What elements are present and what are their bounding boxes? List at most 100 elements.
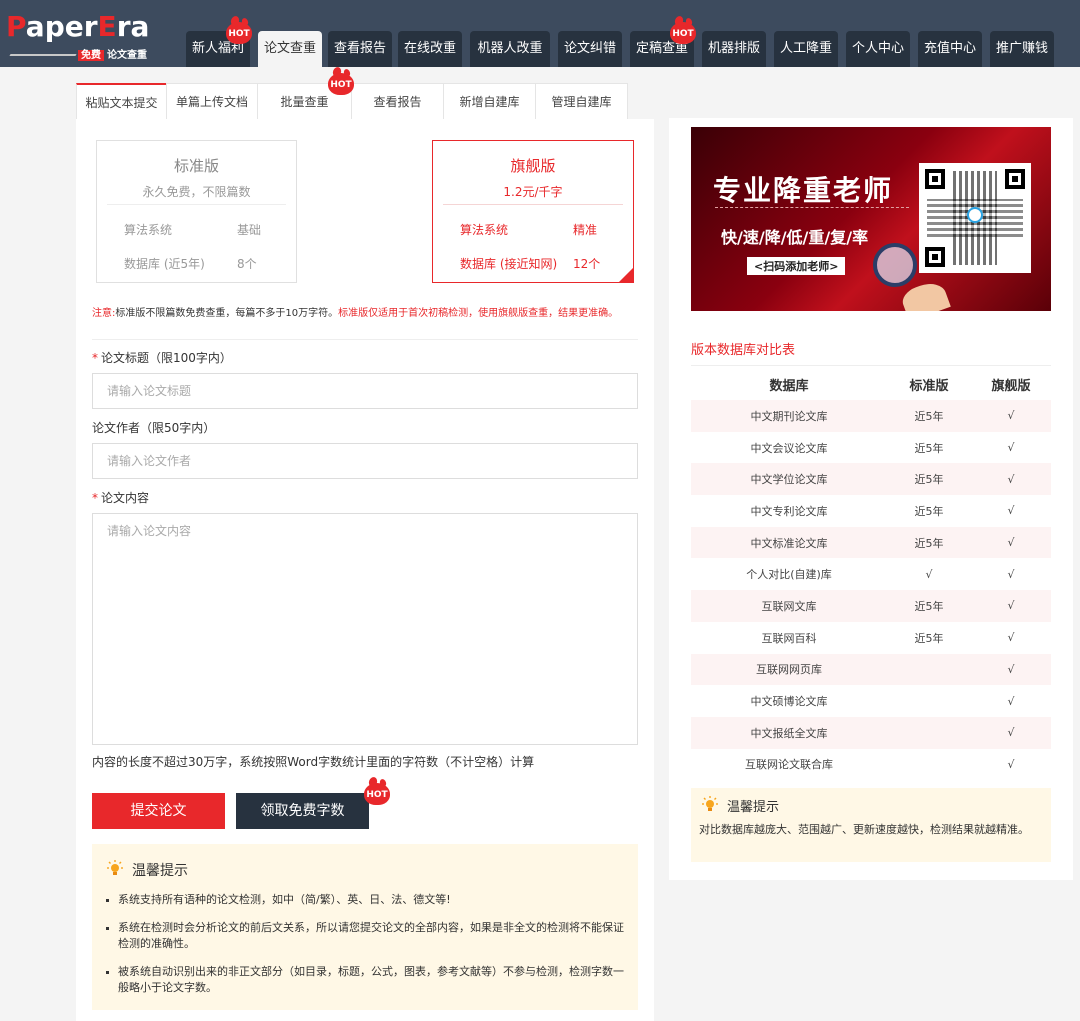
db-value: 8个 — [237, 257, 257, 271]
nav-item-typeset[interactable]: 机器排版 — [702, 31, 766, 67]
tab-label: 管理自建库 — [551, 95, 612, 109]
nav-item-robot-edit[interactable]: 机器人改重 — [470, 31, 550, 67]
submit-tabs: 粘贴文本提交 单篇上传文档 批量查重 查看报告 新增自建库 管理自建库 — [76, 83, 654, 119]
algo-value: 精准 — [573, 223, 598, 237]
promo-banner[interactable]: 专业降重老师 快/速/降/低/重/复/率 <扫码添加老师> — [691, 127, 1051, 311]
tab-paste-text[interactable]: 粘贴文本提交 — [76, 83, 167, 119]
nav-item-recharge[interactable]: 充值中心 — [918, 31, 982, 67]
cell: √ — [1007, 441, 1015, 455]
submit-button[interactable]: 提交论文 — [92, 793, 225, 829]
cell: √ — [971, 463, 1051, 496]
nav-label: 个人中心 — [851, 41, 904, 56]
sidebar-panel: 专业降重老师 快/速/降/低/重/复/率 <扫码添加老师> 版本数据库对比表 数… — [669, 118, 1073, 880]
length-hint: 内容的长度不超过30万字，系统按照Word字数统计里面的字符数（不计空格）计算 — [92, 755, 535, 769]
db-key: 数据库 (接近知网) — [460, 257, 558, 271]
cell: √ — [971, 716, 1051, 749]
db-value: 12个 — [573, 257, 601, 271]
tip-item: 系统在检测时会分析论文的前后文关系，所以请您提交论文的全部内容，如果是非全文的检… — [106, 920, 626, 952]
column-header: 标准版 — [909, 378, 949, 394]
cell: 近5年 — [914, 504, 944, 518]
tab-upload-single[interactable]: 单篇上传文档 — [166, 83, 258, 119]
nav-label: 机器人改重 — [477, 41, 543, 56]
table-row: 中文专利论文库 近5年 √ — [691, 495, 1051, 527]
algo-value: 基础 — [237, 223, 262, 237]
nav-label: 论文查重 — [263, 41, 316, 56]
cell — [887, 653, 971, 686]
author-input[interactable] — [92, 443, 638, 479]
tab-new-library[interactable]: 新增自建库 — [443, 83, 536, 119]
nav-label: 机器排版 — [707, 41, 760, 56]
tab-view-report[interactable]: 查看报告 — [351, 83, 444, 119]
title-input[interactable] — [92, 373, 638, 409]
cell: √ — [925, 567, 933, 581]
table-row: 互联网论文联合库 √ — [691, 749, 1051, 781]
banner-tag: <扫码添加老师> — [747, 257, 846, 275]
standard-version-card[interactable]: 标准版 永久免费，不限篇数 算法系统 基础 数据库 (近5年) 8个 — [96, 140, 297, 283]
cell: √ — [971, 400, 1051, 432]
tab-label: 单篇上传文档 — [175, 95, 248, 109]
cell: 个人对比(自建)库 — [746, 568, 832, 582]
right-tips-text: 对比数据库越庞大、范围越广、更新速度越快，检测结果就越精准。 — [699, 823, 1029, 836]
cell: √ — [1007, 631, 1015, 645]
content-textarea[interactable] — [92, 513, 638, 745]
cell: 中文专利论文库 — [750, 504, 828, 518]
pro-version-card[interactable]: 旗舰版 1.2元/千字 算法系统 精准 数据库 (接近知网) 12个 — [432, 140, 634, 283]
notice-prefix: 注意: — [92, 308, 116, 319]
divider — [92, 339, 638, 340]
nav-item-promote[interactable]: 推广赚钱 — [990, 31, 1054, 67]
nav-item-check[interactable]: 论文查重 — [258, 31, 322, 67]
cell: 近5年 — [914, 441, 944, 455]
tab-label: 批量查重 — [280, 95, 329, 109]
version-title: 旗舰版 — [510, 157, 556, 175]
logo-underline — [9, 54, 77, 56]
right-tips-title: 温馨提示 — [727, 800, 780, 815]
required-mark: * — [92, 351, 98, 365]
column-header: 数据库 — [769, 378, 809, 394]
db-key: 数据库 (近5年) — [124, 257, 205, 271]
free-words-button[interactable]: 领取免费字数 — [236, 793, 369, 829]
cell: √ — [1007, 757, 1015, 771]
nav-item-manual[interactable]: 人工降重 — [774, 31, 838, 67]
hot-badge-icon: HOT — [670, 22, 696, 44]
hot-badge-icon: HOT — [328, 73, 354, 95]
version-title: 标准版 — [173, 157, 219, 175]
tab-manage-library[interactable]: 管理自建库 — [535, 83, 628, 119]
magnifier-icon — [873, 243, 917, 287]
nav-label: 在线改重 — [403, 41, 456, 56]
nav-label: 查看报告 — [333, 41, 386, 56]
nav-item-profile[interactable]: 个人中心 — [846, 31, 910, 67]
banner-divider — [715, 207, 909, 208]
cell: √ — [971, 590, 1051, 622]
cell — [887, 685, 971, 717]
notice-text: 注意:标准版不限篇数免费查重，每篇不多于10万字符。标准版仅适用于首次初稿检测，… — [92, 304, 618, 319]
algo-key: 算法系统 — [124, 223, 173, 237]
tip-item: 被系统自动识别出来的非正文部分（如目录，标题，公式，图表，参考文献等）不参与检测… — [106, 964, 626, 996]
selected-check-icon — [619, 268, 633, 282]
table-row: 中文标准论文库 近5年 √ — [691, 526, 1051, 559]
table-row: 互联网网页库 √ — [691, 653, 1051, 686]
author-label: 论文作者（限50字内） — [92, 421, 216, 435]
version-price: 永久免费，不限篇数 — [142, 185, 251, 199]
divider — [107, 204, 286, 205]
banner-title: 专业降重老师 — [713, 174, 894, 207]
logo[interactable]: PaperEra 免费 论文查重 — [6, 10, 156, 61]
nav-label: 充值中心 — [923, 41, 976, 56]
tips-title: 温馨提示 — [132, 863, 188, 879]
version-price: 1.2元/千字 — [503, 185, 563, 199]
cell: 近5年 — [887, 400, 971, 432]
lightbulb-icon — [107, 860, 123, 875]
nav-item-report[interactable]: 查看报告 — [328, 31, 392, 67]
cell: 互联网论文联合库 — [745, 758, 833, 772]
hot-badge-icon: HOT — [226, 22, 252, 44]
cell: 近5年 — [887, 590, 971, 622]
cell — [887, 749, 971, 781]
nav-item-correction[interactable]: 论文纠错 — [558, 31, 622, 67]
hot-badge-icon: HOT — [364, 783, 390, 805]
nav-label: 人工降重 — [779, 41, 832, 56]
top-navbar: PaperEra 免费 论文查重 新人福利 论文查重 查看报告 在线改重 机器人改… — [0, 0, 1080, 67]
cell: √ — [971, 653, 1051, 686]
notice-body: 标准版不限篇数免费查重，每篇不多于10万字符。 — [115, 308, 339, 319]
nav-item-online-edit[interactable]: 在线改重 — [398, 31, 462, 67]
table-row: 中文会议论文库 近5年 √ — [691, 432, 1051, 464]
cell: 中文硕博论文库 — [750, 695, 828, 709]
